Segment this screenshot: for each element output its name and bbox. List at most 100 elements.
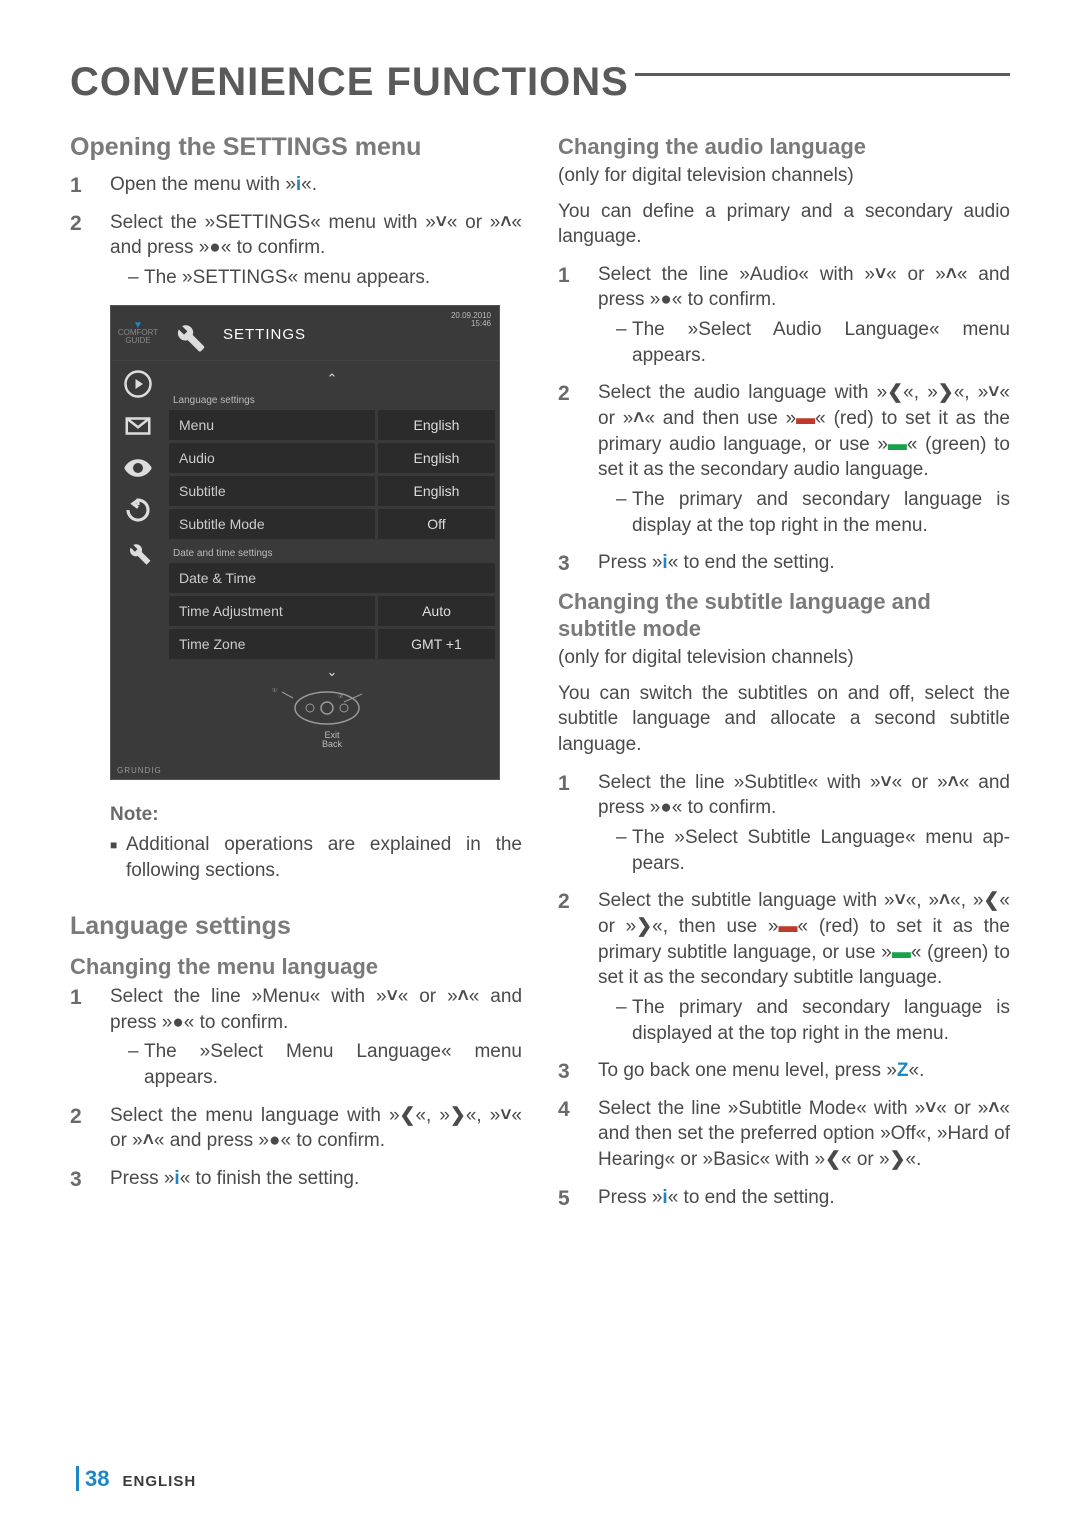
refresh-icon: [123, 495, 153, 525]
back-glyph: Z: [897, 1060, 909, 1081]
tv-setting-key: Subtitle Mode: [169, 509, 375, 539]
tv-datetime: 20.09.201015:46: [451, 312, 491, 330]
dot-glyph: ●: [660, 289, 671, 310]
step-result: The »Select Audio Language« menu appears…: [616, 317, 1010, 368]
step-result: The primary and secondary language is di…: [616, 995, 1010, 1046]
bar-glyph: ▬: [796, 408, 815, 429]
tv-sidebar: [111, 361, 165, 767]
dot-glyph: ●: [209, 237, 220, 258]
info-glyph: i: [296, 174, 301, 195]
tv-setting-value: Auto: [375, 596, 495, 626]
steps-subtitle: Select the line »Subtitle« with »˅« or »…: [558, 770, 1010, 1211]
left-glyph: ❮: [825, 1149, 841, 1170]
dot-glyph: ●: [269, 1130, 280, 1151]
tv-setting-key: Date & Time: [169, 563, 495, 593]
svg-text:①: ①: [272, 688, 277, 694]
dot-glyph: ●: [172, 1012, 183, 1033]
left-glyph: ❮: [984, 890, 1000, 911]
tv-setting-value: GMT +1: [375, 629, 495, 659]
info-glyph: i: [662, 552, 667, 573]
page-lang: ENGLISH: [123, 1473, 197, 1490]
down-glyph: ˅: [988, 382, 999, 403]
tv-brand: GRUNDIG: [111, 766, 499, 779]
down-glyph: ˅: [500, 1105, 511, 1126]
step-item: Press »i« to end the setting.: [558, 1185, 1010, 1211]
step-result: The »Select Subtitle Language« menu ap­p…: [616, 825, 1010, 876]
down-glyph: ˅: [925, 1098, 936, 1119]
up-glyph: ˄: [939, 890, 950, 911]
tv-setting-row: AudioEnglish: [169, 443, 495, 473]
step-item: Select the line »Subtitle Mode« with »˅«…: [558, 1096, 1010, 1173]
down-glyph: ˅: [895, 890, 906, 911]
steps-audio: Select the line »Audio« with »˅« or »˄« …: [558, 262, 1010, 576]
step-item: Press »i« to finish the setting.: [70, 1166, 522, 1192]
tv-screenshot: ▼ COMFORTGUIDE SETTINGS 20.09.201015:46: [110, 305, 500, 781]
info-glyph: i: [662, 1187, 667, 1208]
right-glyph: ❯: [450, 1105, 466, 1126]
up-glyph: ˄: [988, 1098, 999, 1119]
tv-setting-key: Subtitle: [169, 476, 375, 506]
svg-text:②: ②: [338, 693, 343, 700]
steps-opening: Open the menu with »i«. Select the »SETTI…: [70, 172, 522, 291]
up-glyph: ˄: [143, 1130, 154, 1151]
tv-setting-row: SubtitleEnglish: [169, 476, 495, 506]
section-language-settings: Language settings: [70, 912, 522, 941]
up-glyph: ˄: [458, 986, 469, 1007]
up-glyph: ˄: [948, 772, 959, 793]
tv-setting-key: Time Adjustment: [169, 596, 375, 626]
audio-lead: You can define a primary and a secondary…: [558, 199, 1010, 250]
steps-menu-language: Select the line »Menu« with »˅« or »˄« a…: [70, 984, 522, 1191]
sub-changing-audio-language: Changing the audio language: [558, 133, 1010, 161]
tv-arrow-up: ⌃: [169, 369, 495, 389]
tv-setting-key: Time Zone: [169, 629, 375, 659]
step-result: The primary and secondary language is di…: [616, 487, 1010, 538]
step-item: Select the line »Subtitle« with »˅« or »…: [558, 770, 1010, 877]
sub-changing-subtitle: Changing the subtitle language and subti…: [558, 588, 1010, 643]
subtitle-lead: You can switch the subtitles on and off,…: [558, 681, 1010, 758]
up-glyph: ˄: [946, 264, 957, 285]
step-item: Select the »SETTINGS« menu with »˅« or »…: [70, 210, 522, 291]
tv-group-language: Language settings: [169, 389, 495, 410]
right-glyph: ❯: [636, 916, 652, 937]
wrench-small-icon: [123, 537, 153, 567]
step-item: Select the menu language with »❮«, »❯«, …: [70, 1103, 522, 1154]
tv-setting-key: Menu: [169, 410, 375, 440]
page-title: CONVENIENCE FUNCTIONS: [70, 60, 1010, 105]
down-glyph: ˅: [875, 264, 886, 285]
tv-setting-row: Time ZoneGMT +1: [169, 629, 495, 659]
left-glyph: ❮: [400, 1105, 416, 1126]
tv-setting-value: Off: [375, 509, 495, 539]
bar-glyph: ▬: [888, 434, 907, 455]
page-number: 38: [76, 1466, 109, 1491]
step-item: Open the menu with »i«.: [70, 172, 522, 198]
mail-icon: [123, 411, 153, 441]
tv-group-datetime: Date and time settings: [169, 542, 495, 563]
wrench-icon: [169, 316, 207, 354]
down-glyph: ˅: [436, 212, 447, 233]
tv-setting-row: MenuEnglish: [169, 410, 495, 440]
right-glyph: ❯: [938, 382, 954, 403]
tv-setting-row: Time AdjustmentAuto: [169, 596, 495, 626]
up-glyph: ˄: [500, 212, 511, 233]
tv-setting-value: English: [375, 476, 495, 506]
step-result: The »Select Menu Language« menu appears.: [128, 1039, 522, 1090]
step-result: The »SETTINGS« menu appears.: [128, 265, 522, 291]
dot-glyph: ●: [660, 797, 671, 818]
bar-glyph: ▬: [892, 942, 911, 963]
tv-setting-row: Subtitle ModeOff: [169, 509, 495, 539]
step-item: Select the line »Menu« with »˅« or »˄« a…: [70, 984, 522, 1091]
step-item: Select the subtitle language with »˅«, »…: [558, 888, 1010, 1046]
step-item: Press »i« to end the setting.: [558, 550, 1010, 576]
step-item: Select the line »Audio« with »˅« or »˄« …: [558, 262, 1010, 369]
tv-setting-value: English: [375, 410, 495, 440]
page-footer: 38 ENGLISH: [76, 1466, 196, 1492]
tv-arrow-down: ⌄: [169, 662, 495, 682]
tv-title: SETTINGS: [223, 326, 306, 343]
tv-nav-hint: ① ② ExitBack: [169, 682, 495, 763]
up-glyph: ˄: [633, 408, 644, 429]
tv-setting-value: English: [375, 443, 495, 473]
only-for-subtitle: (only for digital television channels): [558, 647, 1010, 669]
info-glyph: i: [174, 1168, 179, 1189]
down-glyph: ˅: [387, 986, 398, 1007]
note-body: Additional operations are explained in t…: [70, 832, 522, 883]
